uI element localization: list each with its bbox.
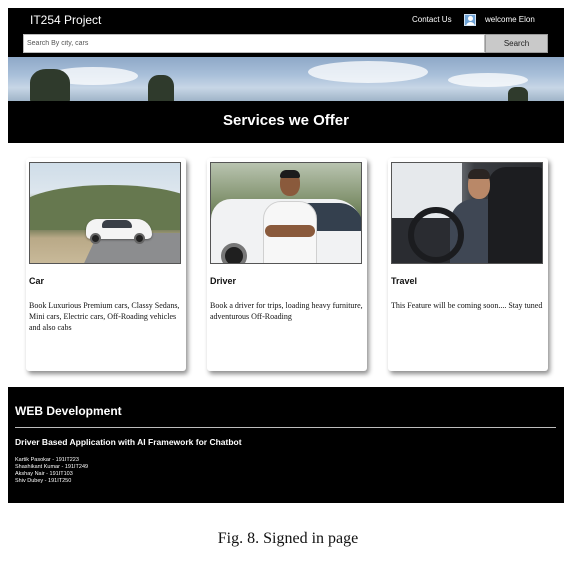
tree-shape	[508, 87, 528, 101]
figure-caption: Fig. 8. Signed in page	[217, 530, 359, 547]
page-footer: WEB Development Driver Based Application…	[8, 387, 564, 503]
cloud-shape	[308, 61, 428, 83]
footer-title: WEB Development	[15, 404, 122, 418]
card-description: Book Luxurious Premium cars, Classy Seda…	[29, 301, 180, 332]
cloud-shape	[448, 73, 528, 87]
search-input[interactable]	[23, 34, 485, 53]
steering-wheel-shape	[408, 207, 464, 263]
car-photo	[29, 162, 181, 264]
footer-divider	[15, 427, 556, 428]
service-card-driver[interactable]: Driver Book a driver for trips, loading …	[207, 158, 367, 371]
services-header-band: Services we Offer	[8, 101, 564, 143]
driver-photo	[210, 162, 362, 264]
car-window-shape	[102, 220, 132, 228]
avatar-body-shape	[466, 22, 475, 25]
hero-banner-image	[8, 57, 564, 101]
card-description: This Feature will be coming soon.... Sta…	[391, 301, 543, 310]
tree-shape	[148, 75, 174, 101]
wheel-shape	[134, 233, 145, 244]
card-title: Car	[29, 276, 45, 286]
contact-us-link[interactable]: Contact Us	[412, 15, 452, 24]
team-member: Akshay Nair - 191IT103	[15, 471, 73, 477]
team-member: Shiv Dubey - 191IT250	[15, 478, 72, 484]
wheel-shape	[221, 243, 247, 263]
car-seat-shape	[488, 167, 542, 263]
avatar-head-shape	[468, 16, 473, 21]
services-heading: Services we Offer	[223, 112, 349, 129]
driver-hair-shape	[280, 170, 300, 178]
tree-shape	[30, 69, 70, 101]
card-description: Book a driver for trips, loading heavy f…	[210, 301, 363, 321]
person-hair-shape	[468, 169, 490, 179]
service-card-car[interactable]: Car Book Luxurious Premium cars, Classy …	[26, 158, 186, 371]
driver-arms-shape	[265, 225, 315, 237]
welcome-user-text[interactable]: welcome Elon	[485, 15, 535, 24]
user-avatar-icon[interactable]	[464, 14, 476, 26]
page-frame: IT254 Project Contact Us welcome Elon Se…	[8, 8, 564, 503]
travel-photo	[391, 162, 543, 264]
wheel-shape	[90, 233, 101, 244]
top-navbar: IT254 Project Contact Us welcome Elon	[8, 8, 564, 33]
card-title: Driver	[210, 276, 237, 286]
service-card-travel[interactable]: Travel This Feature will be coming soon.…	[388, 158, 548, 371]
footer-subtitle: Driver Based Application with AI Framewo…	[15, 437, 242, 447]
search-bar: Search	[8, 33, 564, 57]
brand-title[interactable]: IT254 Project	[30, 13, 101, 27]
search-button[interactable]: Search	[485, 34, 548, 53]
team-member: Kartik Pasokar - 191IT223	[15, 457, 79, 463]
card-title: Travel	[391, 276, 418, 286]
team-member: Shashikant Kumar - 191IT249	[15, 464, 89, 470]
